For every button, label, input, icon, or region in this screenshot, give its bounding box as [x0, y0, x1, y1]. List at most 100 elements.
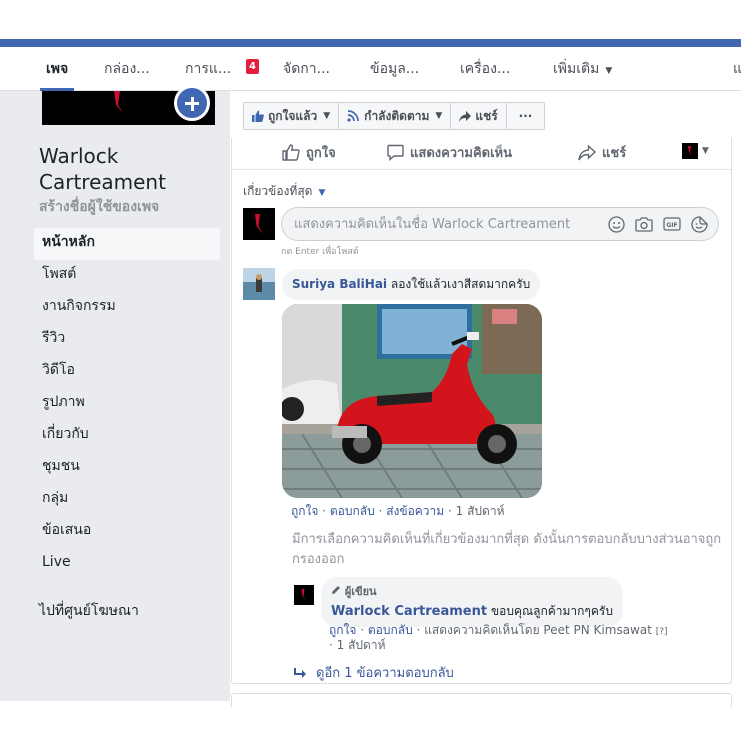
share-arrow-icon [459, 110, 472, 122]
comment-sort-label: เกี่ยวข้องที่สุด [243, 184, 313, 198]
reply-arrow-icon [294, 667, 306, 678]
notification-badge: 4 [246, 59, 259, 74]
comment-like-link[interactable]: ถูกใจ [291, 504, 318, 518]
page-tabs-bar: เพจ กล่อง... การแ... 4 จัดกา... ข้อมูล..… [0, 47, 741, 91]
warlock-logo-icon [688, 146, 693, 156]
nav-item-home[interactable]: หน้าหลัก [34, 228, 220, 260]
more-dots-icon: ··· [518, 109, 533, 123]
nav-item-photos[interactable]: รูปภาพ [34, 388, 220, 420]
rss-follow-icon [347, 110, 360, 122]
share-button[interactable]: แชร์ [451, 102, 507, 130]
view-more-replies-link[interactable]: ดูอีก 1 ข้อความตอบกลับ [294, 662, 454, 683]
reply-help-link[interactable]: [?] [656, 627, 668, 637]
comment-time[interactable]: 1 สัปดาห์ [456, 504, 505, 518]
tab-insights[interactable]: ข้อมูล... [370, 47, 419, 91]
add-photo-plus-icon[interactable] [174, 85, 210, 121]
page-nav-menu: หน้าหลัก โพสต์ งานกิจกรรม รีวิว วิดีโอ ร… [34, 228, 220, 580]
post-share-label: แชร์ [602, 146, 627, 161]
nav-item-live[interactable]: Live [34, 548, 220, 580]
enter-to-post-hint: กด Enter เพื่อโพสต์ [281, 247, 359, 257]
next-post-card [231, 693, 732, 707]
commenter-avatar[interactable] [243, 268, 275, 300]
post-comment-button[interactable]: แสดงความคิดเห็น [387, 142, 512, 163]
share-outline-icon [578, 144, 596, 160]
nav-item-reviews[interactable]: รีวิว [34, 324, 220, 356]
red-scooter-photo [282, 304, 542, 498]
comment-meta: ถูกใจ · ตอบกลับ · ส่งข้อความ · 1 สัปดาห์ [291, 504, 505, 518]
top-blue-bar [0, 39, 741, 47]
tab-manage[interactable]: จัดกา... [283, 47, 330, 91]
post-like-label: ถูกใจ [306, 146, 336, 161]
nav-item-events[interactable]: งานกิจกรรม [34, 292, 220, 324]
tab-tools[interactable]: เครื่อง... [460, 47, 510, 91]
reply-page-avatar[interactable] [294, 585, 314, 605]
tab-inbox[interactable]: กล่อง... [104, 47, 150, 91]
comment-input-box: GIF [281, 207, 719, 241]
liked-button[interactable]: ถูกใจแล้ว ▼ [243, 102, 340, 130]
post-comment-label: แสดงความคิดเห็น [410, 146, 513, 161]
comment-input-tools: GIF [608, 216, 708, 233]
thumbs-up-icon [252, 110, 264, 122]
reply-reply-link[interactable]: ตอบกลับ [368, 623, 413, 637]
emoji-icon[interactable] [608, 216, 625, 233]
following-button[interactable]: กำลังติดตาม ▼ [339, 102, 452, 130]
nav-item-about[interactable]: เกี่ยวกับ [34, 420, 220, 452]
reply-commented-by[interactable]: แสดงความคิดเห็นโดย Peet PN Kimsawat [424, 623, 652, 637]
nav-item-groups[interactable]: กลุ่ม [34, 484, 220, 516]
tab-settings[interactable]: แ [733, 47, 741, 91]
user-profile-photo [243, 268, 275, 300]
page-avatar-small [682, 143, 698, 159]
reply-time[interactable]: 1 สัปดาห์ [337, 638, 386, 652]
nav-item-posts[interactable]: โพสต์ [34, 260, 220, 292]
camera-icon[interactable] [635, 216, 653, 232]
reply-like-link[interactable]: ถูกใจ [329, 623, 356, 637]
filtered-replies-notice: มีการเลือกความคิดเห็นที่เกี่ยวข้องมากที่… [292, 532, 722, 567]
post-card: ถูกใจ แสดงความคิดเห็น แชร์ ▼ เกี่ยวข้องท… [231, 138, 732, 684]
comment-photo-attachment[interactable] [282, 304, 542, 498]
ad-center-link[interactable]: ไปที่ศูนย์โฆษณา [39, 600, 139, 622]
facebook-page-screen: เพจ กล่อง... การแ... 4 จัดกา... ข้อมูล..… [0, 0, 741, 741]
comment-message-link[interactable]: ส่งข้อความ [386, 504, 444, 518]
share-label: แชร์ [475, 109, 498, 123]
author-badge: ผู้เขียน [331, 582, 613, 600]
more-replies-label: ดูอีก 1 ข้อความตอบกลับ [316, 666, 454, 681]
nav-item-videos[interactable]: วิดีโอ [34, 356, 220, 388]
thumbs-up-outline-icon [282, 144, 300, 161]
reply-meta: ถูกใจ · ตอบกลับ · แสดงความคิดเห็นโดย Pee… [329, 623, 668, 652]
reply-author-link[interactable]: Warlock Cartreament [331, 604, 487, 619]
nav-item-community[interactable]: ชุมชน [34, 452, 220, 484]
gif-icon[interactable]: GIF [663, 216, 681, 232]
comment-author-link[interactable]: Suriya BaliHai [292, 277, 387, 291]
comment-bubble: Suriya BaliHai ลองใช้แล้วเงาสีสดมากครับ [282, 269, 541, 300]
comment-input[interactable] [282, 208, 602, 240]
warlock-logo-icon [255, 214, 263, 234]
nav-item-offers[interactable]: ข้อเสนอ [34, 516, 220, 548]
following-label: กำลังติดตาม [364, 109, 430, 123]
tab-page[interactable]: เพจ [39, 47, 75, 91]
svg-text:GIF: GIF [666, 222, 677, 229]
warlock-logo-icon [114, 91, 123, 113]
post-like-button[interactable]: ถูกใจ [282, 142, 336, 163]
commenter-page-avatar[interactable] [243, 208, 275, 240]
create-username-link[interactable]: สร้างชื่อผู้ใช้ของเพจ [39, 196, 159, 218]
tab-more[interactable]: เพิ่มเติม ▼ [553, 47, 612, 91]
pencil-icon [332, 586, 340, 594]
post-share-button[interactable]: แชร์ [578, 142, 626, 163]
sticker-icon[interactable] [691, 216, 708, 233]
left-column: Warlock Cartreament สร้างชื่อผู้ใช้ของเพ… [0, 85, 230, 701]
author-badge-label: ผู้เขียน [344, 585, 377, 598]
caret-down-icon: ▼ [605, 66, 613, 76]
liked-label: ถูกใจแล้ว [268, 109, 318, 123]
comment-sort-dropdown[interactable]: เกี่ยวข้องที่สุด ▼ [243, 182, 325, 201]
comment-text: ลองใช้แล้วเงาสีสดมากครับ [390, 277, 531, 291]
page-title[interactable]: Warlock Cartreament [39, 143, 229, 195]
reply-bubble: ผู้เขียน Warlock Cartreament ขอบคุณลูกค้… [321, 577, 623, 627]
post-as-selector[interactable]: ▼ [682, 143, 709, 159]
warlock-logo-icon [301, 589, 307, 601]
caret-down-icon: ▼ [323, 111, 331, 121]
reply-text: ขอบคุณลูกค้ามากๆครับ [490, 604, 613, 618]
caret-down-icon: ▼ [318, 188, 326, 198]
comment-reply-link[interactable]: ตอบกลับ [330, 504, 375, 518]
more-options-button[interactable]: ··· [506, 102, 546, 130]
post-reaction-bar: ถูกใจ แสดงความคิดเห็น แชร์ ▼ [232, 138, 731, 170]
